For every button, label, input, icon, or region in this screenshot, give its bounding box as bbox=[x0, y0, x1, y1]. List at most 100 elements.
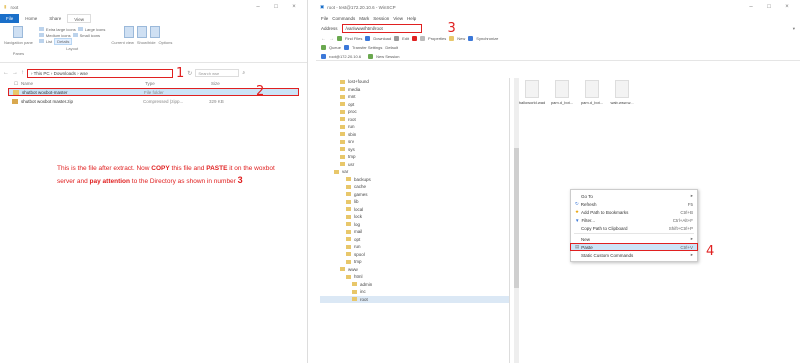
tree-item[interactable]: mail bbox=[320, 228, 509, 236]
close-icon[interactable]: × bbox=[285, 4, 303, 10]
tree-item[interactable]: opt bbox=[320, 236, 509, 244]
session-tab[interactable]: root@172.20.10.6 bbox=[329, 54, 361, 59]
refresh-icon[interactable]: ↻ bbox=[187, 70, 192, 77]
tab-share[interactable]: Share bbox=[43, 14, 67, 23]
minimize-icon[interactable]: – bbox=[742, 4, 760, 10]
tree-item[interactable]: admin bbox=[320, 281, 509, 289]
ctx-key: ▸ bbox=[690, 252, 693, 257]
tb-find-files[interactable]: Find Files bbox=[345, 36, 362, 41]
layout-extra-large[interactable]: Extra large icons bbox=[46, 27, 76, 32]
menu-view[interactable]: View bbox=[393, 16, 403, 21]
tree-item[interactable]: lost+found bbox=[320, 78, 509, 86]
tab-file[interactable]: File bbox=[0, 14, 20, 23]
tree-item[interactable]: media bbox=[320, 86, 509, 94]
ctx-static-commands[interactable]: Static Custom Commands ▸ bbox=[571, 251, 697, 259]
folder-icon: ▮ bbox=[4, 4, 7, 9]
file-type: Compressed (zipp... bbox=[143, 98, 184, 104]
tree-item[interactable]: inc bbox=[320, 288, 509, 296]
tab-home[interactable]: Home bbox=[19, 14, 43, 23]
maximize-icon[interactable]: □ bbox=[267, 4, 285, 10]
search-input[interactable]: Search wse bbox=[195, 69, 240, 77]
tree-item[interactable]: local bbox=[320, 206, 509, 214]
winscp-address-bar[interactable]: /var/www/html/root bbox=[341, 24, 422, 33]
file-item[interactable]: wab.wsw.w... bbox=[610, 80, 634, 105]
tree-item[interactable]: tmp bbox=[320, 153, 509, 161]
layout-details[interactable]: Details bbox=[54, 37, 73, 45]
tree-item[interactable]: mnt bbox=[320, 93, 509, 101]
back-arrow-icon[interactable]: ← bbox=[321, 36, 326, 42]
tb-new[interactable]: New bbox=[457, 36, 465, 41]
col-size[interactable]: Size bbox=[211, 81, 220, 86]
ctx-new[interactable]: New ▸ bbox=[571, 235, 697, 243]
options-icon[interactable] bbox=[149, 26, 160, 38]
ctx-paste[interactable]: ▤ Paste Ctrl+V bbox=[570, 243, 698, 251]
tree-item[interactable]: sys bbox=[320, 146, 509, 154]
tb-transfer-settings[interactable]: Transfer Settings bbox=[352, 45, 382, 50]
tb-synchronize[interactable]: Synchronize bbox=[476, 36, 498, 41]
file-item[interactable]: pam.d_bot... bbox=[581, 80, 603, 105]
tree-item[interactable]: html bbox=[320, 273, 509, 281]
tree-item-label: srv bbox=[348, 139, 354, 145]
layout-large[interactable]: Large icons bbox=[85, 27, 106, 32]
tree-item[interactable]: usr bbox=[320, 161, 509, 169]
file-item[interactable]: halloworld.wad bbox=[519, 80, 545, 105]
checkbox-icon[interactable]: ☐ bbox=[14, 81, 18, 87]
ctx-add-bookmark[interactable]: ★ Add Path to Bookmarks Ctrl+B bbox=[571, 208, 697, 216]
ctx-copy-path[interactable]: Copy Path to Clipboard Shift+Ctrl+P bbox=[571, 224, 697, 232]
tree-item[interactable]: www bbox=[320, 266, 509, 274]
tb-queue[interactable]: Queue bbox=[329, 45, 341, 50]
layout-small[interactable]: Small icons bbox=[80, 33, 100, 38]
file-item[interactable]: pam.d_bot... bbox=[551, 80, 573, 105]
layout-list[interactable]: List bbox=[46, 39, 52, 44]
maximize-icon[interactable]: □ bbox=[760, 4, 778, 10]
col-name[interactable]: Name bbox=[21, 81, 145, 86]
tree-scrollbar[interactable] bbox=[514, 78, 519, 363]
tree-item[interactable]: sbin bbox=[320, 131, 509, 139]
scrollbar-thumb[interactable] bbox=[514, 148, 519, 288]
menu-help[interactable]: Help bbox=[407, 16, 416, 21]
tree-item[interactable]: backups bbox=[320, 176, 509, 184]
tb-default[interactable]: Default bbox=[385, 45, 398, 50]
ctx-go-to[interactable]: Go To ▸ bbox=[571, 192, 697, 200]
tree-item[interactable]: run bbox=[320, 243, 509, 251]
menu-mark[interactable]: Mark bbox=[359, 16, 369, 21]
forward-arrow-icon[interactable]: → bbox=[12, 70, 18, 76]
tb-edit[interactable]: Edit bbox=[402, 36, 409, 41]
tree-item[interactable]: var bbox=[320, 168, 509, 176]
tab-view[interactable]: View bbox=[67, 14, 91, 23]
tree-item[interactable]: log bbox=[320, 221, 509, 229]
tree-item[interactable]: root bbox=[320, 116, 509, 124]
tree-item[interactable]: root bbox=[320, 295, 509, 303]
current-view-label: Current view bbox=[111, 40, 134, 45]
address-dropdown-icon[interactable]: ▾ bbox=[793, 26, 795, 32]
show-hide-icon[interactable] bbox=[136, 26, 147, 38]
explorer-address-bar[interactable]: › This PC › Downloads › wse bbox=[27, 68, 173, 78]
minimize-icon[interactable]: – bbox=[249, 4, 267, 10]
tree-item[interactable]: spool bbox=[320, 251, 509, 259]
navigation-pane-icon[interactable] bbox=[13, 26, 24, 38]
new-session-tab[interactable]: New Session bbox=[376, 54, 399, 59]
forward-arrow-icon[interactable]: → bbox=[329, 36, 334, 42]
ctx-refresh[interactable]: ↻ Refresh F5 bbox=[571, 200, 697, 208]
col-type[interactable]: Type bbox=[145, 81, 211, 86]
tree-item[interactable]: games bbox=[320, 191, 509, 199]
tb-download[interactable]: Download bbox=[373, 36, 391, 41]
tree-item[interactable]: run bbox=[320, 123, 509, 131]
tree-item[interactable]: proc bbox=[320, 108, 509, 116]
search-icon[interactable]: ⌕ bbox=[242, 70, 245, 76]
current-view-icon[interactable] bbox=[123, 26, 134, 38]
menu-file[interactable]: File bbox=[321, 16, 328, 21]
tree-item[interactable]: srv bbox=[320, 138, 509, 146]
menu-commands[interactable]: Commands bbox=[332, 16, 355, 21]
ctx-filter[interactable]: ▼ Filter... Ctrl+Alt+F bbox=[571, 216, 697, 224]
close-icon[interactable]: × bbox=[778, 4, 796, 10]
tree-item[interactable]: cache bbox=[320, 183, 509, 191]
back-arrow-icon[interactable]: ← bbox=[3, 70, 9, 76]
tree-item[interactable]: lock bbox=[320, 213, 509, 221]
menu-session[interactable]: Session bbox=[373, 16, 389, 21]
tree-item[interactable]: opt bbox=[320, 101, 509, 109]
tree-item[interactable]: lib bbox=[320, 198, 509, 206]
up-arrow-icon[interactable]: ↑ bbox=[21, 70, 24, 76]
tb-properties[interactable]: Properties bbox=[428, 36, 446, 41]
tree-item[interactable]: tmp bbox=[320, 258, 509, 266]
